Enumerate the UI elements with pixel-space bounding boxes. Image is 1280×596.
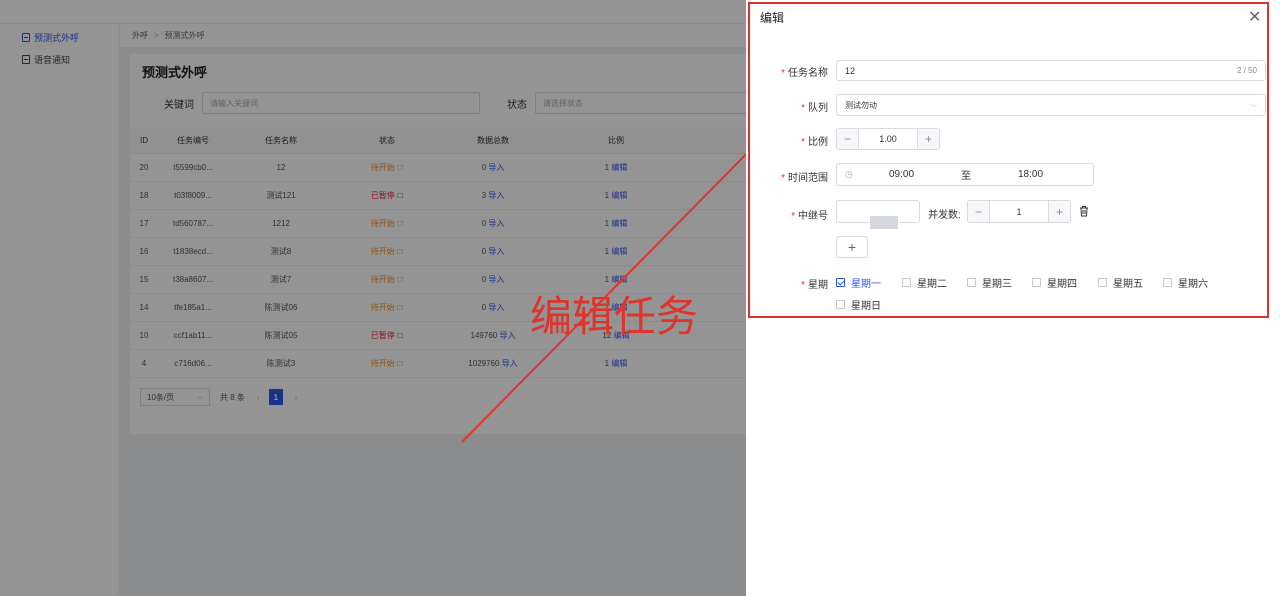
queue-select[interactable]: 测试勿动 ⌵ xyxy=(836,94,1266,116)
task-name-input[interactable]: 12 2 / 50 xyxy=(836,60,1266,81)
concurrency-stepper: − 1 + xyxy=(967,200,1071,223)
checkbox-icon xyxy=(902,278,911,287)
checkbox-icon xyxy=(1098,278,1107,287)
weekday-checkbox-sun[interactable]: 星期日 xyxy=(836,297,881,312)
task-name-value: 12 xyxy=(845,65,856,76)
ratio-value[interactable]: 1.00 xyxy=(859,134,917,144)
checkbox-checked-icon xyxy=(836,278,845,287)
weekday-checkbox-wed[interactable]: 星期三 xyxy=(967,275,1012,290)
task-name-label: * 任务名称 xyxy=(781,68,828,79)
concurrency-value[interactable]: 1 xyxy=(990,207,1048,217)
weekday-checkbox-fri[interactable]: 星期五 xyxy=(1098,275,1143,290)
annotation-highlight-frame xyxy=(748,2,1269,318)
add-relay-button[interactable]: + xyxy=(836,236,868,258)
time-separator: 至 xyxy=(961,171,971,182)
queue-value: 测试勿动 xyxy=(845,100,877,110)
task-name-counter: 2 / 50 xyxy=(1236,66,1257,75)
plus-icon: + xyxy=(847,239,857,255)
chevron-down-icon: ⌵ xyxy=(1250,100,1257,109)
time-start[interactable]: 09:00 xyxy=(889,169,914,180)
relay-label: * 中继号 xyxy=(791,211,828,222)
weekday-checkbox-tue[interactable]: 星期二 xyxy=(902,275,947,290)
minus-icon[interactable]: − xyxy=(968,201,990,222)
time-range-picker[interactable]: ◷ 09:00 至 18:00 xyxy=(836,163,1094,186)
close-icon[interactable]: ✕ xyxy=(1248,7,1261,27)
weekday-checkbox-sat[interactable]: 星期六 xyxy=(1163,275,1208,290)
concurrency-label: 并发数: xyxy=(928,210,961,221)
weekday-checkbox-thu[interactable]: 星期四 xyxy=(1032,275,1077,290)
plus-icon[interactable]: + xyxy=(917,129,939,149)
weekday-checkbox-mon[interactable]: 星期一 xyxy=(836,275,881,290)
drawer-title: 编辑 xyxy=(760,11,785,25)
week-label: * 星期 xyxy=(801,280,828,291)
minus-icon[interactable]: − xyxy=(837,129,859,149)
ratio-label: * 比例 xyxy=(801,137,828,148)
clock-icon: ◷ xyxy=(845,169,853,179)
relay-dropdown-tab xyxy=(870,216,898,229)
trash-icon[interactable] xyxy=(1079,205,1089,217)
trash-icon-svg xyxy=(1080,206,1088,217)
checkbox-icon xyxy=(1032,278,1041,287)
checkbox-icon xyxy=(967,278,976,287)
annotation-text: 编辑任务 xyxy=(530,292,699,341)
checkbox-icon xyxy=(836,300,845,309)
relay-select[interactable] xyxy=(836,200,920,229)
ratio-stepper: − 1.00 + xyxy=(836,128,940,150)
time-end[interactable]: 18:00 xyxy=(1018,169,1043,180)
queue-label: * 队列 xyxy=(801,103,828,114)
time-range-label: * 时间范围 xyxy=(781,173,828,184)
checkbox-icon xyxy=(1163,278,1172,287)
plus-icon[interactable]: + xyxy=(1048,201,1070,222)
